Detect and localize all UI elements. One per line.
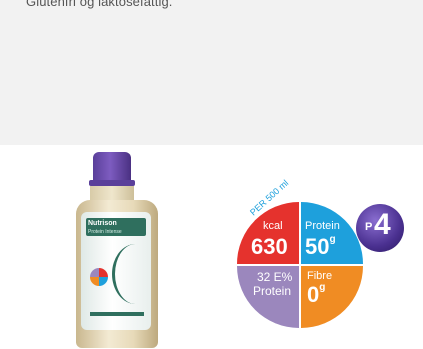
product-bottle-image: Nutrison Protein Intense [76, 152, 164, 348]
fibre-value: 0 [307, 282, 320, 307]
badge-number: 4 [374, 208, 391, 241]
badge-prefix: P [365, 221, 373, 233]
bottle-label-name: Protein Intense [88, 229, 122, 235]
top-background-band [0, 0, 423, 145]
protein-unit: g [329, 234, 336, 245]
product-description: Glutenfri og laktosefattig. [26, 0, 173, 9]
p4-badge-icon: P 4 [356, 204, 404, 252]
energy-percent-label: Protein [253, 284, 292, 298]
kcal-value: 630 [251, 234, 288, 259]
protein-quadrant: Protein 50g [301, 202, 363, 264]
bottle-label-stripe [90, 312, 144, 316]
bottle-label-mini-wheel [90, 268, 108, 286]
kcal-quadrant: kcal 630 [237, 202, 299, 264]
protein-value-group: 50g [305, 234, 336, 260]
energy-percent-value: 32 E% [257, 270, 293, 284]
energy-percent-quadrant: 32 E% Protein [237, 266, 299, 328]
fibre-unit: g [319, 282, 326, 293]
fibre-value-group: 0g [307, 282, 325, 308]
bottle-label-swirl [112, 244, 159, 304]
protein-value: 50 [305, 234, 330, 259]
bottle-label-brand: Nutrison [88, 220, 117, 227]
fibre-quadrant: Fibre 0g [301, 266, 363, 328]
kcal-label: kcal [263, 220, 283, 232]
fibre-label: Fibre [307, 270, 333, 282]
protein-label: Protein [305, 220, 340, 232]
